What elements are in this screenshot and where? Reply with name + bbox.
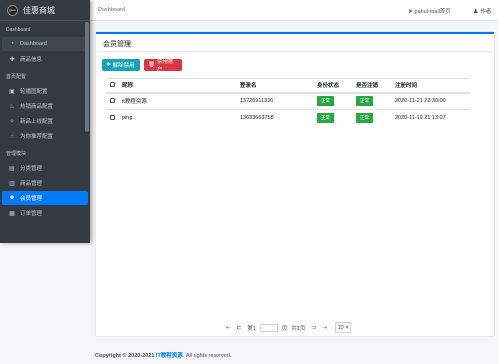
- users-icon: ☻: [8, 195, 16, 201]
- table-row[interactable]: ping 13633663758 正常 正常 2020-11-19 21:13:…: [106, 109, 470, 127]
- sidebar-item-new[interactable]: ✧ 新品上线配置: [2, 114, 88, 128]
- sidebar-item-label: 分类管理: [20, 166, 43, 172]
- cancelled-badge: 正常: [356, 113, 373, 124]
- next-page-icon[interactable]: ⇉: [311, 325, 316, 331]
- disable-button-label: 禁用账户: [156, 59, 174, 73]
- first-page-icon[interactable]: ⇤: [226, 325, 231, 331]
- card-title: 会员管理: [96, 34, 494, 52]
- sidebar-item-label: 轮播图配置: [20, 89, 48, 95]
- image-icon: ▣: [9, 88, 15, 95]
- bookmark-icon: ▤: [9, 165, 15, 172]
- page-total: 共1页: [291, 325, 306, 332]
- footer-prefix: Copyright © 2020-2021: [95, 353, 156, 359]
- page-suffix: 页: [281, 325, 288, 332]
- sidebar-item-label: 商品管理: [20, 181, 43, 187]
- sidebar-item-category[interactable]: ▤ 分类管理: [2, 161, 88, 175]
- sidebar-scrollbar[interactable]: [85, 22, 89, 132]
- sparkle-icon: ✧: [9, 118, 15, 125]
- trash-icon: 🗑: [148, 62, 155, 68]
- cell-time: 2020-11-21 23:30:00: [391, 92, 470, 110]
- list-icon: ▥: [9, 180, 15, 187]
- page-size-select[interactable]: 10 ▾: [334, 322, 352, 333]
- sidebar-item-label: 商品信息: [20, 57, 43, 63]
- sidebar-item-label: 会员管理: [20, 196, 43, 202]
- plus-icon: ✚: [9, 56, 15, 63]
- sidebar-item-dashboard[interactable]: ◔ Dashboard: [2, 37, 88, 51]
- sidebar: gsee 佳惠商城 Dashboard ◔ Dashboard ✚ 商品信息 首…: [0, 0, 90, 243]
- cell-status: 正常: [313, 92, 352, 110]
- flame-icon: ♨: [9, 103, 15, 110]
- dashboard-icon: ◔: [10, 41, 14, 47]
- sidebar-item-goods-info[interactable]: ✚ 商品信息: [2, 52, 88, 66]
- col-time[interactable]: 注册时间: [391, 78, 470, 94]
- enable-button[interactable]: ✚ 解除禁用: [102, 59, 140, 71]
- sidebar-item-orders[interactable]: ▦ 订单管理: [2, 206, 88, 220]
- sidebar-item-label: 热销商品配置: [20, 104, 54, 110]
- select-all-checkbox[interactable]: [110, 81, 115, 87]
- chevron-down-icon: ▾: [345, 324, 349, 331]
- nav-header-home-config: 首页配置: [6, 74, 27, 80]
- page-prefix: 第1: [247, 325, 256, 332]
- cell-nickname: it教程资源: [118, 92, 236, 110]
- status-badge: 正常: [317, 113, 334, 124]
- plus-icon: ✚: [106, 62, 111, 68]
- cell-cancelled: 正常: [352, 92, 391, 110]
- sidebar-item-label: 新品上线配置: [20, 119, 54, 125]
- select-all-cell: [106, 78, 118, 94]
- footer-link[interactable]: IT教程资源: [156, 353, 183, 359]
- pagination: ⇤ ⇇ 第1 页 共1页 ⇉ ⇥ 10 ▾: [226, 322, 352, 333]
- sidebar-item-label: 为你推荐配置: [20, 134, 54, 140]
- cell-login: 13633663758: [236, 109, 313, 127]
- nav-header-manage: 管理模块: [6, 151, 27, 157]
- table-row[interactable]: it教程资源 13726911336 正常 正常 2020-11-21 23:3…: [106, 92, 470, 110]
- table-header-row: 昵称 登录名 身份状态 是否注销 注册时间: [106, 78, 470, 94]
- send-icon: ➤: [408, 8, 414, 15]
- user-icon: ♟: [473, 8, 479, 15]
- sidebar-item-goods[interactable]: ▥ 商品管理: [2, 176, 88, 190]
- col-nickname[interactable]: 昵称: [118, 78, 236, 94]
- sidebar-item-recommend[interactable]: ☝ 为你推荐配置: [2, 129, 88, 143]
- row-select-cell: [106, 109, 118, 127]
- prev-page-icon[interactable]: ⇇: [237, 325, 242, 331]
- home-link[interactable]: ➤ jiahui-mall首页: [408, 7, 451, 16]
- home-link-label: jiahui-mall首页: [415, 9, 451, 15]
- cell-time: 2020-11-19 21:13:07: [391, 109, 470, 127]
- logo-icon: gsee: [7, 4, 18, 16]
- top-navbar: Dashboard ➤ jiahui-mall首页 ♟ 作者: [90, 0, 499, 21]
- cancelled-badge: 正常: [356, 96, 373, 107]
- cell-login: 13726911336: [236, 92, 313, 110]
- col-status[interactable]: 身份状态: [313, 78, 352, 94]
- breadcrumb[interactable]: Dashboard: [98, 7, 125, 13]
- page-input[interactable]: [259, 323, 278, 332]
- row-checkbox[interactable]: [110, 114, 115, 120]
- sidebar-item-carousel[interactable]: ▣ 轮播图配置: [2, 84, 88, 98]
- last-page-icon[interactable]: ⇥: [322, 325, 327, 331]
- col-login[interactable]: 登录名: [236, 78, 313, 94]
- nav-header-dashboard: Dashboard: [6, 27, 31, 33]
- disable-button[interactable]: 🗑 禁用账户: [144, 59, 182, 73]
- row-select-cell: [106, 92, 118, 110]
- page-size-value: 10: [337, 324, 344, 331]
- status-badge: 正常: [317, 96, 334, 107]
- thumb-icon: ☝: [10, 133, 14, 140]
- row-checkbox[interactable]: [110, 97, 115, 103]
- col-cancelled[interactable]: 是否注销: [352, 78, 391, 94]
- cell-status: 正常: [313, 109, 352, 127]
- footer: Copyright © 2020-2021 IT教程资源. All rights…: [95, 351, 231, 359]
- sidebar-item-label: Dashboard: [20, 41, 47, 47]
- sidebar-item-members[interactable]: ☻ 会员管理: [2, 191, 88, 205]
- brand[interactable]: gsee 佳惠商城: [0, 0, 90, 21]
- sidebar-item-label: 订单管理: [20, 211, 43, 217]
- author-link-label: 作者: [480, 9, 492, 15]
- order-icon: ▦: [9, 210, 15, 217]
- member-card: 会员管理 ✚ 解除禁用 🗑 禁用账户 昵称 登录名 身份状态 是否注销 注册时间: [96, 32, 494, 336]
- member-table: 昵称 登录名 身份状态 是否注销 注册时间 it教程资源 13726911336…: [106, 78, 470, 127]
- cell-nickname: ping: [118, 109, 236, 127]
- brand-title: 佳惠商城: [23, 5, 55, 15]
- footer-suffix: . All rights reserved.: [182, 353, 232, 359]
- author-link[interactable]: ♟ 作者: [473, 7, 492, 16]
- cell-cancelled: 正常: [352, 109, 391, 127]
- enable-button-label: 解除禁用: [112, 63, 135, 69]
- sidebar-item-hot[interactable]: ♨ 热销商品配置: [2, 99, 88, 113]
